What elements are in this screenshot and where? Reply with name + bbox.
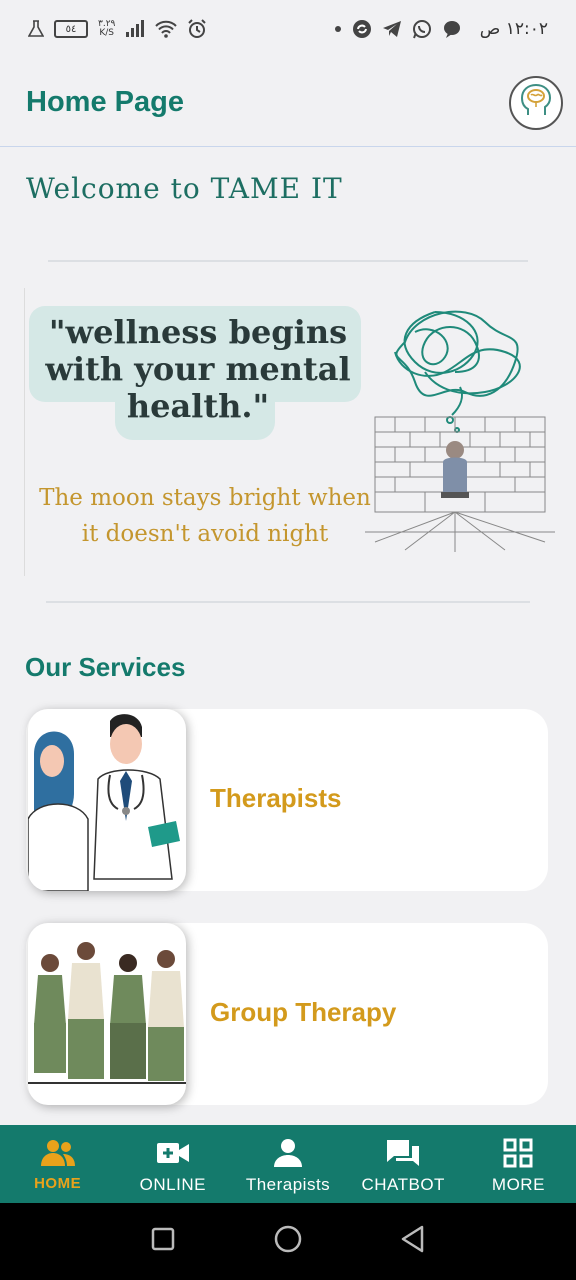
anxious-person-illustration	[365, 292, 555, 559]
telegram-icon	[382, 20, 402, 38]
grid-icon	[503, 1137, 533, 1169]
lab-flask-icon	[28, 20, 44, 38]
doctors-illustration	[28, 709, 186, 891]
divider-top	[48, 260, 528, 262]
home-button[interactable]	[268, 1222, 308, 1262]
services-heading: Our Services	[25, 652, 186, 682]
circle-icon	[274, 1225, 302, 1258]
nav-therapists[interactable]: Therapists	[230, 1125, 345, 1203]
nav-label: Therapists	[245, 1175, 331, 1194]
nav-online[interactable]: ONLINE	[115, 1125, 230, 1203]
status-left: ٥٤ ٣.٢٩ K/S	[28, 19, 207, 39]
nav-home[interactable]: HOME	[0, 1125, 115, 1203]
quote-banner: "wellness begins with your mental health…	[24, 288, 555, 576]
welcome-heading: Welcome to TAME IT	[26, 172, 343, 205]
battery-icon: ٥٤	[54, 20, 88, 38]
network-speed-unit: K/S	[99, 28, 115, 38]
subquote-text: The moon stays bright when it doesn't av…	[39, 485, 371, 547]
app-bar: Home Page	[0, 58, 576, 147]
bottom-navigation: HOME ONLINE Therapists CHATBOT MORE	[0, 1125, 576, 1203]
dot-icon	[334, 25, 342, 33]
service-label: Therapists	[210, 783, 342, 813]
nav-chatbot[interactable]: CHATBOT	[346, 1125, 461, 1203]
message-icon	[442, 19, 462, 39]
alarm-icon	[187, 19, 207, 39]
sync-app-icon	[352, 19, 372, 39]
nav-label: CHATBOT	[361, 1175, 445, 1194]
status-right: ١٢:٠٢ ص	[334, 19, 548, 39]
back-button[interactable]	[393, 1222, 433, 1262]
service-card-group-therapy[interactable]: Group Therapy	[26, 923, 548, 1105]
divider-bottom	[46, 601, 530, 603]
wifi-icon	[155, 20, 178, 38]
group-therapy-illustration	[28, 923, 186, 1105]
signal-icon	[125, 20, 145, 38]
person-icon	[273, 1137, 303, 1169]
whatsapp-icon	[412, 19, 432, 39]
network-speed: ٣.٢٩ K/S	[98, 20, 115, 38]
nav-label: HOME	[34, 1175, 82, 1192]
status-bar: ٥٤ ٣.٢٩ K/S ١٢:٠٢ ص	[0, 0, 576, 58]
battery-level: ٥٤	[65, 23, 77, 35]
status-time: ١٢:٠٢ ص	[479, 19, 548, 39]
nav-label: MORE	[491, 1175, 545, 1194]
recents-button[interactable]	[143, 1222, 183, 1262]
nav-label: ONLINE	[139, 1175, 206, 1194]
video-add-icon	[156, 1137, 190, 1169]
square-icon	[151, 1227, 175, 1256]
profile-avatar-button[interactable]	[509, 76, 563, 130]
brain-head-icon	[516, 81, 556, 126]
page-title: Home Page	[26, 86, 184, 118]
quote-text: "wellness begins with your mental health…	[45, 313, 351, 425]
nav-more[interactable]: MORE	[461, 1125, 576, 1203]
back-triangle-icon	[400, 1225, 426, 1258]
service-card-therapists[interactable]: Therapists	[26, 709, 548, 891]
chat-icon	[386, 1137, 420, 1169]
service-label: Group Therapy	[210, 997, 397, 1027]
people-icon	[39, 1137, 77, 1169]
system-navigation-bar	[0, 1203, 576, 1280]
